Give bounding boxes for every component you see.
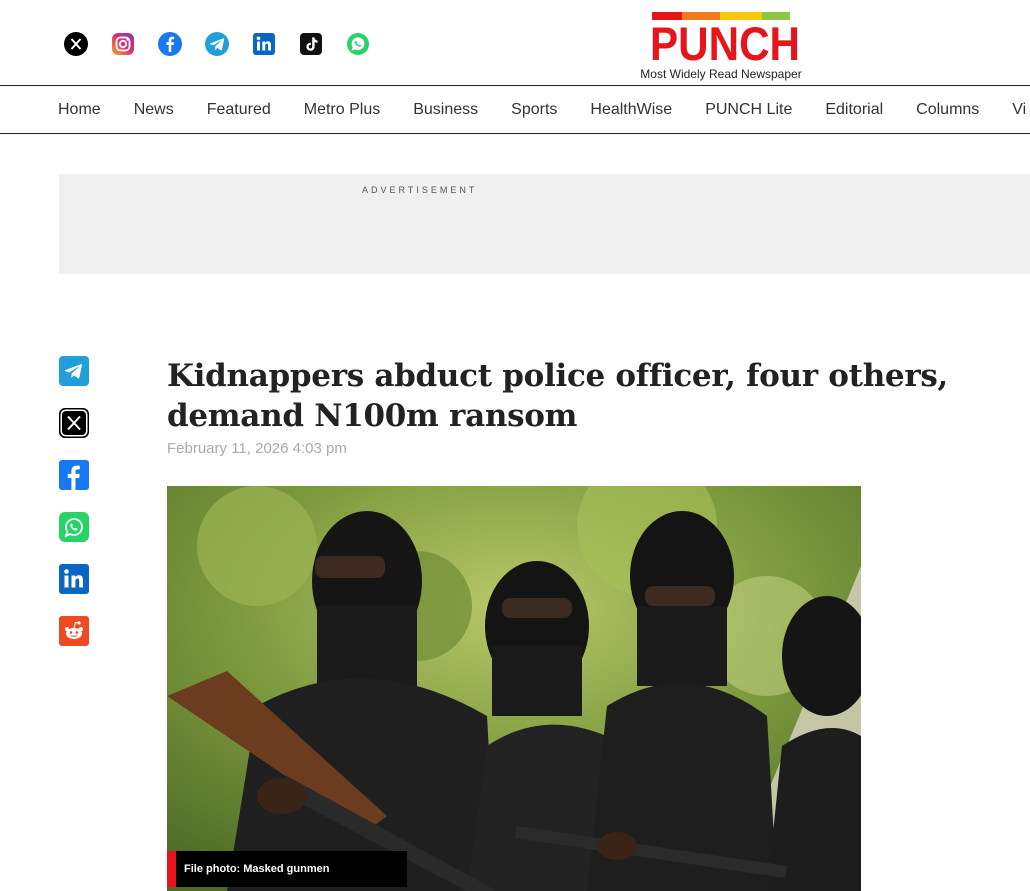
nav-item-business[interactable]: Business: [413, 101, 478, 119]
share-reddit-icon[interactable]: [59, 616, 89, 646]
brand-tagline: Most Widely Read Newspaper: [640, 67, 802, 81]
share-whatsapp-icon[interactable]: [59, 512, 89, 542]
nav-item-home[interactable]: Home: [58, 101, 101, 119]
advertisement-label: ADVERTISEMENT: [362, 185, 478, 195]
nav-item-video[interactable]: Vi: [1012, 101, 1026, 119]
article-date: February 11, 2026 4:03 pm: [167, 440, 347, 457]
brand-name: PUNCH: [650, 17, 800, 66]
share-telegram-icon[interactable]: [59, 356, 89, 386]
whatsapp-icon[interactable]: [345, 31, 371, 57]
instagram-icon[interactable]: [110, 31, 136, 57]
nav-item-punch-lite[interactable]: PUNCH Lite: [705, 101, 792, 119]
x-icon[interactable]: [63, 31, 89, 57]
punch-wordmark: PUNCH: [650, 17, 800, 66]
nav-item-editorial[interactable]: Editorial: [825, 101, 883, 119]
nav-item-columns[interactable]: Columns: [916, 101, 979, 119]
main-navigation: Home News Featured Metro Plus Business S…: [0, 86, 1030, 134]
nav-item-metro-plus[interactable]: Metro Plus: [304, 101, 380, 119]
share-rail: [59, 356, 89, 668]
share-linkedin-icon[interactable]: [59, 564, 89, 594]
article-featured-image[interactable]: [167, 486, 861, 891]
article-headline: Kidnappers abduct police officer, four o…: [167, 358, 949, 434]
advertisement-slot[interactable]: ADVERTISEMENT: [59, 174, 1030, 274]
masked-gunmen-photo: [167, 486, 861, 891]
nav-item-news[interactable]: News: [134, 101, 174, 119]
linkedin-icon[interactable]: [251, 31, 277, 57]
share-x-icon[interactable]: [59, 408, 89, 438]
nav-item-featured[interactable]: Featured: [207, 101, 271, 119]
telegram-icon[interactable]: [204, 31, 230, 57]
social-links: [63, 31, 392, 57]
image-caption: File photo: Masked gunmen: [167, 851, 407, 887]
share-facebook-icon[interactable]: [59, 460, 89, 490]
facebook-icon[interactable]: [157, 31, 183, 57]
site-header: PUNCH Most Widely Read Newspaper: [0, 0, 1030, 86]
nav-item-healthwise[interactable]: HealthWise: [590, 101, 672, 119]
nav-item-sports[interactable]: Sports: [511, 101, 557, 119]
tiktok-icon[interactable]: [298, 31, 324, 57]
